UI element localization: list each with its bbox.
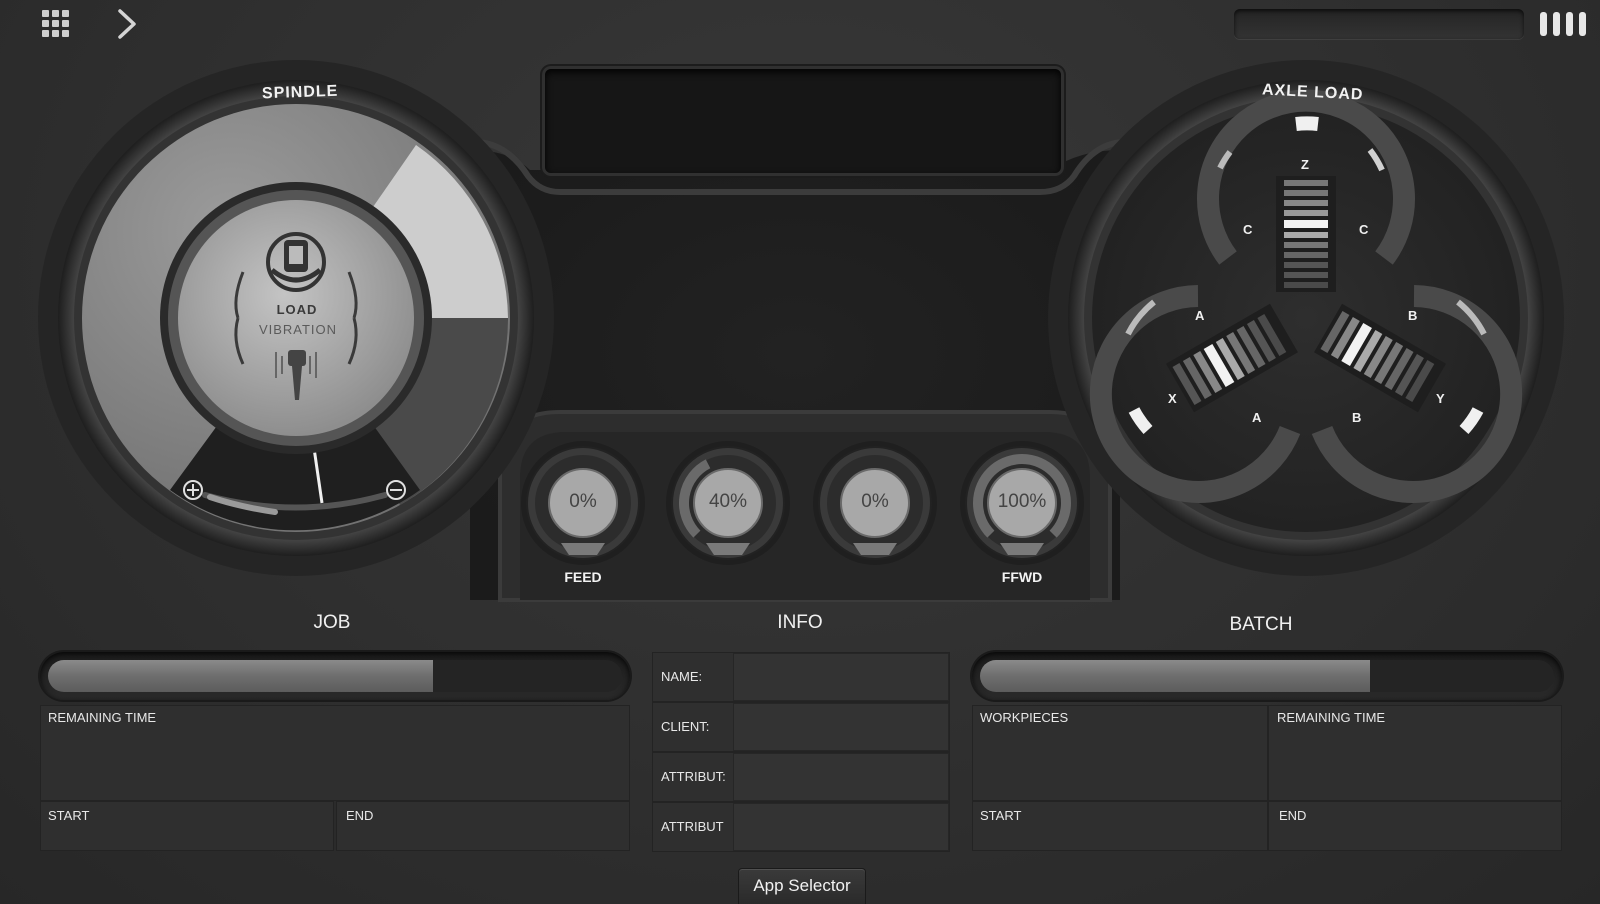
info-field-label: NAME:	[661, 669, 703, 684]
job-remaining-time-label: REMAINING TIME	[48, 710, 157, 725]
info-value-cell	[733, 653, 949, 701]
override-knob-value: 0%	[861, 491, 889, 512]
batch-title: BATCH	[1229, 614, 1293, 635]
info-value-cell	[733, 803, 949, 851]
job-progress-bar	[40, 652, 630, 700]
job-end-cell	[336, 801, 630, 851]
machine-dashboard: SPINDLE LOAD VIBRATION AXLE LOAD Z C C X…	[0, 0, 1600, 904]
batch-details-panel	[972, 705, 1562, 851]
batch-start-label: START	[980, 808, 1022, 823]
override-knob-label: FFWD	[1001, 569, 1043, 585]
batch-end-cell	[1268, 801, 1562, 851]
info-field-label: ATTRIBUT	[661, 819, 724, 834]
batch-progress-fill	[980, 660, 1371, 692]
job-progress-fill	[48, 660, 433, 692]
info-row: ATTRIBUT:	[652, 752, 950, 802]
batch-end-label: END	[1279, 808, 1307, 823]
info-title: INFO	[777, 612, 823, 633]
job-start-label: START	[48, 808, 90, 823]
batch-progress-bar	[972, 652, 1562, 700]
override-knob-value: 100%	[997, 491, 1047, 512]
info-field-label: ATTRIBUT:	[661, 769, 726, 784]
app-selector-button[interactable]: App Selector	[738, 868, 866, 904]
job-end-label: END	[346, 808, 374, 823]
job-details-panel	[40, 705, 630, 851]
override-knob-label: FEED	[564, 569, 602, 585]
override-knob-value: 0%	[569, 491, 597, 512]
info-value-cell	[733, 703, 949, 751]
info-row: CLIENT:	[652, 702, 950, 752]
info-row: NAME:	[652, 652, 950, 702]
batch-workpieces-label: WORKPIECES	[980, 710, 1069, 725]
job-title: JOB	[313, 612, 351, 633]
info-field-label: CLIENT:	[661, 719, 710, 734]
info-value-cell	[733, 753, 949, 801]
batch-remaining-time-label: REMAINING TIME	[1277, 710, 1386, 725]
info-row: ATTRIBUT	[652, 802, 950, 852]
info-panel: NAME: CLIENT: ATTRIBUT: ATTRIBUT	[652, 652, 950, 852]
override-knob-value: 40%	[708, 491, 748, 512]
